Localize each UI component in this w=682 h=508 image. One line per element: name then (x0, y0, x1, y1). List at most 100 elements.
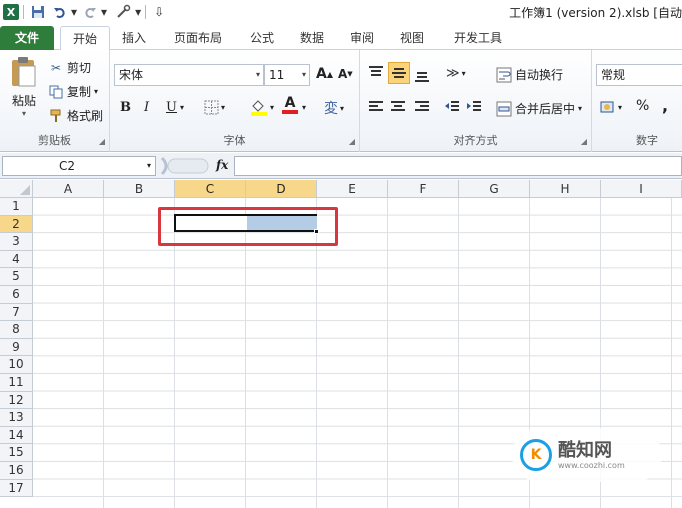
borders-dropdown-icon: ▾ (221, 103, 226, 112)
cut-label: 剪切 (67, 61, 92, 75)
row-header[interactable]: 10 (0, 356, 33, 374)
tab-insert[interactable]: 插入 (112, 26, 156, 50)
tab-view[interactable]: 视图 (390, 26, 434, 50)
phonetic-button[interactable]: 変 ▾ (324, 98, 344, 118)
row-header[interactable]: 2 (0, 215, 33, 234)
row-header[interactable]: 4 (0, 250, 33, 269)
copy-button[interactable]: 复制 ▾ (48, 83, 98, 100)
merge-center-button[interactable]: 合并后居中 ▾ (496, 100, 582, 117)
paint-bucket-icon (251, 100, 267, 116)
font-name-value: 宋体 (119, 68, 144, 82)
customize-dropdown-icon[interactable]: ▾ (135, 5, 141, 19)
paste-button[interactable]: 粘贴 ▾ (8, 56, 40, 118)
bold-button[interactable]: B (120, 100, 131, 115)
save-icon[interactable] (31, 3, 45, 21)
cut-button[interactable]: ✂ 剪切 (48, 59, 91, 76)
align-right-button[interactable] (414, 100, 430, 114)
merge-dropdown-icon: ▾ (578, 104, 583, 113)
column-header-f[interactable]: F (388, 180, 459, 198)
grow-font-label: A (316, 66, 327, 82)
paste-dropdown-icon[interactable]: ▾ (22, 109, 26, 118)
paste-icon (12, 57, 36, 87)
decrease-indent-button[interactable] (444, 100, 460, 114)
column-header-b[interactable]: B (104, 180, 175, 198)
formula-input[interactable] (234, 156, 682, 176)
number-format-select[interactable]: 常规 (596, 64, 682, 86)
font-color-button[interactable]: A (282, 96, 298, 114)
column-header-e[interactable]: E (317, 180, 388, 198)
accounting-format-button[interactable]: ▾ (600, 100, 622, 114)
align-center-button[interactable] (390, 100, 406, 114)
underline-dropdown-icon[interactable]: ▾ (180, 103, 184, 112)
tab-home[interactable]: 开始 (60, 26, 110, 51)
percent-style-button[interactable]: % (636, 98, 649, 114)
column-header-d[interactable]: D (246, 180, 317, 198)
orientation-button[interactable]: ≫ ▾ (446, 66, 466, 81)
align-left-button[interactable] (368, 100, 384, 114)
qa-more-icon[interactable]: ⇩ (154, 5, 164, 19)
align-middle-button[interactable] (388, 62, 410, 84)
row-header[interactable]: 17 (0, 479, 33, 498)
column-header-c[interactable]: C (175, 180, 246, 198)
column-header-h[interactable]: H (530, 180, 601, 198)
row-header[interactable]: 13 (0, 409, 33, 427)
tab-developer[interactable]: 开发工具 (443, 26, 513, 50)
font-name-select[interactable]: 宋体 ▾ (114, 64, 264, 86)
tab-formulas[interactable]: 公式 (240, 26, 284, 50)
comma-style-button[interactable]: , (662, 96, 668, 115)
column-header-i[interactable]: I (601, 180, 682, 198)
tab-page-layout[interactable]: 页面布局 (163, 26, 233, 50)
row-header[interactable]: 14 (0, 426, 33, 445)
insert-function-button[interactable]: fx (216, 158, 228, 172)
undo-dropdown-icon[interactable]: ▾ (71, 5, 77, 19)
row-header[interactable]: 12 (0, 391, 33, 410)
font-color-dropdown-icon[interactable]: ▾ (302, 103, 306, 112)
tab-review[interactable]: 审阅 (340, 26, 384, 50)
name-box[interactable]: C2 ▾ (2, 156, 156, 176)
align-bottom-button[interactable] (414, 68, 430, 82)
select-all-corner[interactable] (0, 180, 33, 198)
row-header[interactable]: 3 (0, 233, 33, 251)
dialog-launcher-icon[interactable]: ◢ (99, 137, 105, 146)
tab-data[interactable]: 数据 (290, 26, 334, 50)
tab-file[interactable]: 文件 (0, 26, 54, 50)
row-header[interactable]: 16 (0, 462, 33, 480)
clipboard-group: 粘贴 ▾ ✂ 剪切 复制 ▾ 格式刷 剪贴板 ◢ (0, 50, 110, 152)
row-header[interactable]: 9 (0, 338, 33, 357)
fill-color-button[interactable]: ▾ (250, 98, 274, 116)
watermark-logo-icon: K (520, 439, 552, 471)
redo-icon[interactable] (83, 3, 97, 21)
dialog-launcher-icon[interactable]: ◢ (581, 137, 587, 146)
copy-dropdown-icon[interactable]: ▾ (94, 87, 98, 96)
excel-logo-icon[interactable]: X (3, 3, 19, 21)
format-painter-button[interactable]: 格式刷 (48, 107, 103, 124)
row-header[interactable]: 5 (0, 268, 33, 286)
borders-button[interactable]: ▾ (204, 100, 225, 115)
row-header[interactable]: 1 (0, 198, 33, 216)
font-size-select[interactable]: 11 ▾ (264, 64, 310, 86)
row-header[interactable]: 8 (0, 321, 33, 339)
merge-center-label: 合并后居中 (515, 102, 576, 116)
borders-icon (204, 100, 219, 115)
column-header-a[interactable]: A (33, 180, 104, 198)
wrap-text-button[interactable]: 自动换行 (496, 66, 563, 83)
underline-button[interactable]: U (166, 100, 177, 115)
redo-dropdown-icon[interactable]: ▾ (101, 5, 107, 19)
undo-icon[interactable] (53, 3, 67, 21)
grow-font-button[interactable]: A ▲ (316, 66, 333, 82)
dialog-launcher-icon[interactable]: ◢ (349, 137, 355, 146)
customize-tools-icon[interactable] (115, 3, 131, 21)
row-header[interactable]: 15 (0, 444, 33, 462)
row-header[interactable]: 6 (0, 286, 33, 304)
align-middle-icon (392, 68, 406, 78)
align-bottom-icon (415, 72, 429, 82)
name-box-value: C2 (59, 159, 76, 173)
shrink-font-button[interactable]: A ▼ (338, 67, 353, 81)
align-top-button[interactable] (368, 66, 384, 80)
column-header-g[interactable]: G (459, 180, 530, 198)
copy-icon (48, 85, 64, 99)
row-header[interactable]: 7 (0, 303, 33, 322)
row-header[interactable]: 11 (0, 374, 33, 392)
increase-indent-button[interactable] (466, 100, 482, 114)
italic-button[interactable]: I (144, 100, 149, 115)
